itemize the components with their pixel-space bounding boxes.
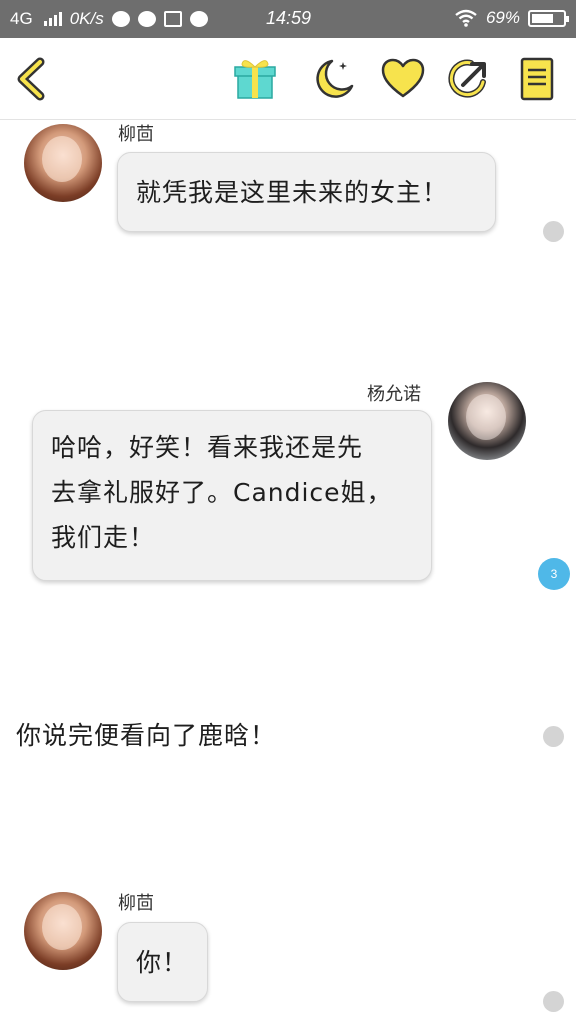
status-left: 4G 0K/s bbox=[10, 9, 208, 29]
moon-icon[interactable] bbox=[310, 56, 356, 102]
qq-icon bbox=[111, 11, 130, 27]
clock: 14:59 bbox=[266, 8, 312, 28]
speaker-name: 柳茴 bbox=[118, 124, 154, 145]
book-icon[interactable] bbox=[514, 56, 560, 102]
speaker-name: 杨允诺 bbox=[367, 384, 421, 405]
avatar-yang-yun-nuo[interactable] bbox=[448, 382, 526, 460]
back-chevron-icon[interactable] bbox=[10, 56, 56, 102]
narration-text: 你说完便看向了鹿晗！ bbox=[16, 721, 277, 750]
gift-icon[interactable] bbox=[232, 56, 278, 102]
signal-icon bbox=[43, 12, 62, 26]
message-line: 哈哈，好笑！看来我还是先 bbox=[51, 433, 364, 462]
network-type: 4G bbox=[10, 9, 33, 28]
app-s-icon bbox=[163, 11, 182, 27]
message-line: 我们走！ bbox=[51, 523, 156, 552]
battery-percent: 69% bbox=[485, 8, 520, 27]
message-text: 你！ bbox=[136, 948, 189, 977]
network-speed: 0K/s bbox=[69, 9, 104, 28]
message-bubble[interactable]: 就凭我是这里未来的女主！ bbox=[117, 152, 496, 232]
share-icon[interactable] bbox=[446, 56, 492, 102]
comment-count-badge[interactable]: 3 bbox=[538, 558, 570, 590]
wifi-icon bbox=[455, 9, 477, 27]
reader-toolbar bbox=[0, 38, 576, 120]
speaker-name: 柳茴 bbox=[118, 893, 154, 914]
message-icon bbox=[137, 11, 156, 27]
message-text: 就凭我是这里未来的女主！ bbox=[136, 178, 449, 207]
message-bubble[interactable]: 你！ bbox=[117, 922, 208, 1002]
avatar-liu-hui[interactable] bbox=[24, 892, 102, 970]
status-bar: 4G 0K/s 14:59 69% bbox=[0, 0, 576, 38]
battery-icon bbox=[528, 9, 569, 27]
comment-dot[interactable] bbox=[543, 221, 564, 242]
shield-icon bbox=[189, 11, 208, 27]
status-right: 69% bbox=[454, 8, 569, 28]
comment-dot[interactable] bbox=[543, 726, 564, 747]
avatar-liu-hui[interactable] bbox=[24, 124, 102, 202]
message-line: 去拿礼服好了。Candice姐， bbox=[51, 478, 393, 507]
battery-fill bbox=[532, 13, 553, 23]
message-bubble[interactable]: 哈哈，好笑！看来我还是先 去拿礼服好了。Candice姐， 我们走！ bbox=[32, 410, 432, 581]
heart-icon[interactable] bbox=[380, 56, 426, 102]
comment-dot[interactable] bbox=[543, 991, 564, 1012]
